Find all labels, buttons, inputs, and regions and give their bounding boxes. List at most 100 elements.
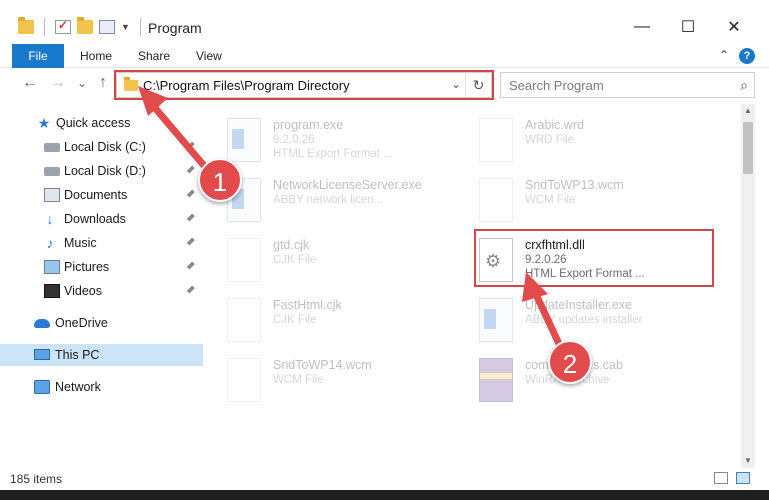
help-icon[interactable]: ? <box>739 48 755 64</box>
file-name: crxfhtml.dll <box>525 238 585 252</box>
file-item-fasthtml-cjk[interactable]: FastHtml.cjk CJK File <box>205 292 440 352</box>
pin-icon[interactable]: ▮ <box>185 236 197 248</box>
file-item-crxfhtml-dll[interactable]: crxfhtml.dll 9.2.0.26 HTML Export Format… <box>457 232 692 292</box>
customize-toolbar-dropdown-icon[interactable]: ▼ <box>121 22 130 32</box>
close-button[interactable]: ✕ <box>711 12 757 42</box>
callout-2: 2 <box>548 340 592 384</box>
sidebar-item-local-disk-d[interactable]: Local Disk (D:) ▮ <box>0 160 203 182</box>
pin-icon[interactable]: ▮ <box>185 284 197 296</box>
file-item-program-exe[interactable]: program.exe 9.2.0.26 HTML Export Format … <box>205 112 440 172</box>
sidebar-item-label: Pictures <box>64 260 110 274</box>
pin-icon[interactable]: ▮ <box>185 140 197 152</box>
refresh-button[interactable]: ↻ <box>465 73 491 97</box>
status-bar: 185 items <box>0 468 769 490</box>
pin-icon[interactable]: ▮ <box>185 164 197 176</box>
archive-file-icon <box>479 358 513 402</box>
wcm-file-icon <box>479 178 513 222</box>
sidebar-item-label: Downloads <box>64 212 126 226</box>
tab-home[interactable]: Home <box>70 44 122 68</box>
collapse-ribbon-icon[interactable]: ⌃ <box>719 48 729 62</box>
navigation-bar: ← → ⌄ ↑ C:\Program Files\Program Directo… <box>0 68 769 104</box>
navigation-pane: ★ Quick access Local Disk (C:) ▮ Local D… <box>0 104 205 468</box>
pin-icon[interactable]: ▮ <box>185 260 197 272</box>
documents-icon <box>44 188 60 202</box>
file-type: CJK File <box>273 314 317 326</box>
file-name: UpdateInstaller.exe <box>525 298 633 312</box>
sidebar-item-label: Network <box>55 380 101 394</box>
file-version: 9.2.0.26 <box>273 134 315 146</box>
star-icon: ★ <box>37 115 51 131</box>
tab-share[interactable]: Share <box>128 44 180 68</box>
callout-1: 1 <box>198 158 242 202</box>
minimize-button[interactable]: — <box>619 12 665 42</box>
file-type: ABBY updates installer <box>525 314 643 326</box>
sidebar-item-label: Local Disk (C:) <box>64 140 146 154</box>
pc-icon <box>34 349 50 360</box>
file-type: WCM File <box>273 374 324 386</box>
scroll-up-icon[interactable]: ▲ <box>741 104 755 118</box>
search-input[interactable] <box>509 77 724 93</box>
title-bar: ▼ Program — ☐ ✕ <box>0 0 769 44</box>
new-folder-icon[interactable] <box>77 17 93 34</box>
search-icon[interactable]: ⌕ <box>740 77 748 94</box>
scrollbar-thumb[interactable] <box>743 122 753 174</box>
file-type: WCM File <box>525 194 576 206</box>
exe-file-icon <box>479 298 513 342</box>
sidebar-item-music[interactable]: ♪ Music ▮ <box>0 232 203 254</box>
sidebar-item-network[interactable]: Network <box>0 376 203 398</box>
details-view-icon[interactable] <box>714 472 728 484</box>
vertical-scrollbar[interactable]: ▲ ▼ <box>741 104 755 468</box>
sidebar-item-documents[interactable]: Documents ▮ <box>0 184 203 206</box>
search-box[interactable]: ⌕ <box>500 72 755 98</box>
file-name: FastHtml.cjk <box>273 298 342 312</box>
file-item-sndtowp13-wcm[interactable]: SndToWP13.wcm WCM File <box>457 172 692 232</box>
window-title: Program <box>148 20 202 36</box>
scroll-down-icon[interactable]: ▼ <box>741 454 755 468</box>
sidebar-item-onedrive[interactable]: OneDrive <box>0 312 203 334</box>
sidebar-item-quick-access[interactable]: ★ Quick access <box>0 112 203 134</box>
file-description: HTML Export Format ... <box>273 148 393 160</box>
network-icon <box>34 380 50 394</box>
sidebar-item-pictures[interactable]: Pictures ▮ <box>0 256 203 278</box>
tab-view[interactable]: View <box>186 44 232 68</box>
sidebar-item-this-pc[interactable]: This PC <box>0 344 203 366</box>
view-options-icon[interactable] <box>99 20 115 34</box>
sidebar-item-label: This PC <box>55 348 100 362</box>
toolbar-divider <box>44 18 45 36</box>
up-button[interactable]: ↑ <box>93 74 113 92</box>
large-icons-view-icon[interactable] <box>736 472 750 484</box>
tab-file[interactable]: File <box>12 44 64 68</box>
file-item-arabic-wrd[interactable]: Arabic.wrd WRD File <box>457 112 692 172</box>
toolbar-divider <box>139 18 141 36</box>
cjk-file-icon <box>227 298 261 342</box>
file-item-sndtowp14-wcm[interactable]: SndToWP14.wcm WCM File <box>205 352 440 412</box>
disk-icon <box>44 167 60 176</box>
wrd-file-icon <box>479 118 513 162</box>
address-bar[interactable]: C:\Program Files\Program Directory ⌄ ↻ <box>116 72 492 98</box>
dll-file-icon <box>479 238 513 282</box>
file-list: program.exe 9.2.0.26 HTML Export Format … <box>205 104 741 468</box>
downloads-icon: ↓ <box>46 211 54 227</box>
file-item-gtd-cjk[interactable]: gtd.cjk CJK File <box>205 232 440 292</box>
sidebar-item-label: OneDrive <box>55 316 108 330</box>
forward-button[interactable]: → <box>48 74 68 92</box>
recent-locations-button[interactable]: ⌄ <box>72 76 92 90</box>
folder-icon <box>18 17 34 34</box>
pin-icon[interactable]: ▮ <box>185 212 197 224</box>
maximize-button[interactable]: ☐ <box>665 12 711 42</box>
address-dropdown-icon[interactable]: ⌄ <box>451 77 461 91</box>
file-name: Arabic.wrd <box>525 118 585 132</box>
pin-icon[interactable]: ▮ <box>185 188 197 200</box>
file-description: HTML Export Format ... <box>525 268 645 280</box>
cjk-file-icon <box>227 238 261 282</box>
sidebar-item-label: Documents <box>64 188 128 202</box>
back-button[interactable]: ← <box>20 74 40 92</box>
sidebar-item-local-disk-c[interactable]: Local Disk (C:) ▮ <box>0 136 203 158</box>
sidebar-item-videos[interactable]: Videos ▮ <box>0 280 203 302</box>
properties-check-icon[interactable] <box>55 18 71 34</box>
address-path[interactable]: C:\Program Files\Program Directory <box>143 78 350 93</box>
pictures-icon <box>44 260 60 274</box>
sidebar-item-downloads[interactable]: ↓ Downloads ▮ <box>0 208 203 230</box>
music-icon: ♪ <box>46 235 54 251</box>
sidebar-item-label: Quick access <box>56 116 131 130</box>
